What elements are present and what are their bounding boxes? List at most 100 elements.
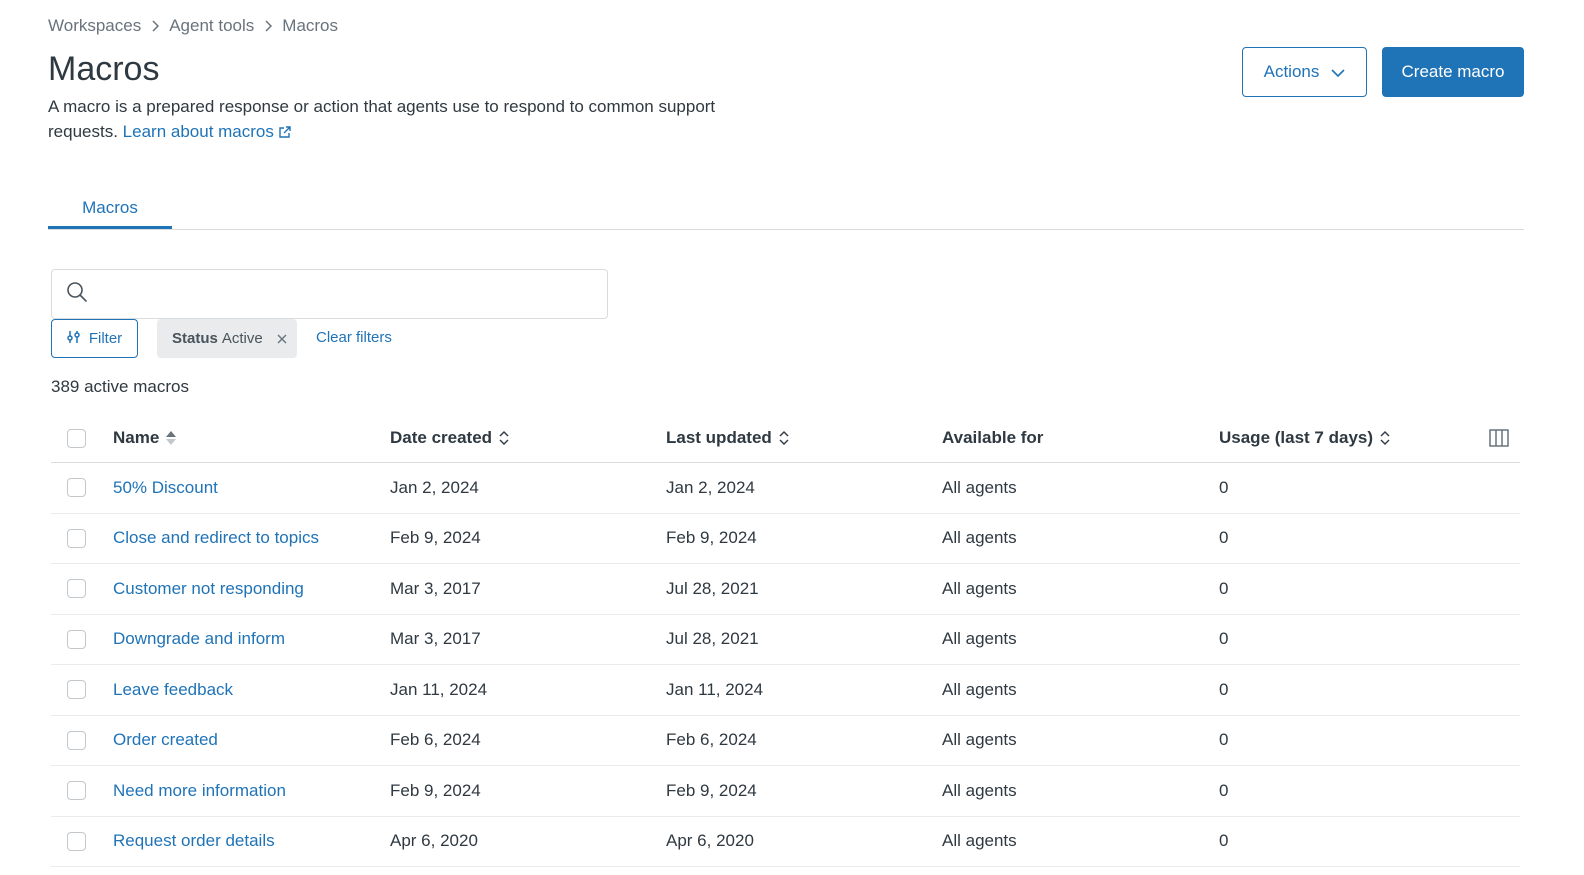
row-date-created: Feb 6, 2024	[390, 730, 481, 750]
row-checkbox-cell	[67, 766, 86, 816]
select-all-checkbox[interactable]	[67, 428, 86, 448]
header-available-label: Available for	[942, 428, 1044, 447]
actions-button[interactable]: Actions	[1242, 47, 1367, 97]
row-usage: 0	[1219, 629, 1229, 649]
breadcrumb: Workspaces Agent tools Macros	[48, 16, 338, 36]
row-date-created: Jan 11, 2024	[390, 679, 488, 699]
row-name-cell: Leave feedback	[113, 665, 233, 715]
row-date-created: Jan 2, 2024	[390, 477, 479, 497]
search-icon	[66, 281, 88, 308]
row-checkbox[interactable]	[67, 528, 86, 548]
row-name-cell: 50% Discount	[113, 463, 218, 513]
learn-link-label: Learn about macros	[122, 122, 274, 141]
learn-about-macros-link[interactable]: Learn about macros	[123, 122, 292, 141]
row-usage: 0	[1219, 679, 1229, 699]
row-checkbox-cell	[67, 615, 86, 665]
row-date-created: Feb 9, 2024	[390, 528, 481, 548]
row-usage: 0	[1219, 477, 1229, 497]
filter-button[interactable]: Filter	[51, 319, 138, 358]
table-body: 50% Discount Jan 2, 2024 Jan 2, 2024 All…	[51, 463, 1520, 867]
chip-value: Active	[221, 330, 263, 347]
macro-name-link[interactable]: Leave feedback	[113, 680, 233, 700]
row-checkbox[interactable]	[67, 680, 86, 700]
row-usage: 0	[1219, 528, 1229, 548]
header-last-updated[interactable]: Last updated	[666, 414, 790, 462]
row-last-updated: Jan 11, 2024	[666, 679, 764, 699]
row-name-cell: Close and redirect to topics	[113, 514, 319, 564]
header-date-created[interactable]: Date created	[390, 414, 510, 462]
page-description: A macro is a prepared response or action…	[48, 94, 768, 146]
macro-name-link[interactable]: Downgrade and inform	[113, 629, 285, 649]
row-date-created: Mar 3, 2017	[390, 629, 481, 649]
row-last-updated: Jul 28, 2021	[666, 629, 759, 649]
actions-label: Actions	[1263, 62, 1320, 81]
search-field	[51, 269, 608, 319]
row-name-cell: Request order details	[113, 817, 275, 867]
macros-table: Name Date created Last updated Available…	[51, 414, 1520, 867]
table-row: Close and redirect to topics Feb 9, 2024…	[51, 514, 1520, 564]
chevron-right-icon	[264, 20, 273, 32]
filter-icon	[67, 330, 81, 348]
row-checkbox[interactable]	[67, 579, 86, 599]
row-checkbox-cell	[67, 817, 86, 867]
columns-icon[interactable]	[1488, 414, 1510, 462]
row-name-cell: Order created	[113, 716, 218, 766]
sort-icon	[498, 430, 510, 446]
row-checkbox[interactable]	[67, 730, 86, 750]
header-updated-label: Last updated	[666, 428, 772, 447]
close-icon[interactable]	[277, 334, 287, 344]
search-input[interactable]	[98, 285, 607, 303]
row-last-updated: Apr 6, 2020	[666, 831, 754, 851]
row-last-updated: Feb 9, 2024	[666, 780, 757, 800]
breadcrumb-item-workspaces[interactable]: Workspaces	[48, 16, 141, 36]
table-row: 50% Discount Jan 2, 2024 Jan 2, 2024 All…	[51, 463, 1520, 514]
table-row: Downgrade and inform Mar 3, 2017 Jul 28,…	[51, 615, 1520, 665]
row-checkbox[interactable]	[67, 629, 86, 649]
sort-icon	[1379, 430, 1391, 446]
tab-macros[interactable]: Macros	[48, 188, 172, 229]
chip-key: Status	[172, 330, 218, 347]
table-row: Need more information Feb 9, 2024 Feb 9,…	[51, 766, 1520, 817]
row-available-for: All agents	[942, 679, 1017, 699]
row-checkbox[interactable]	[67, 831, 86, 851]
clear-filters-link[interactable]: Clear filters	[316, 329, 392, 346]
header-name[interactable]: Name	[113, 414, 177, 462]
row-name-cell: Customer not responding	[113, 564, 304, 614]
table-row: Customer not responding Mar 3, 2017 Jul …	[51, 564, 1520, 615]
row-checkbox-cell	[67, 716, 86, 766]
external-link-icon	[278, 121, 292, 146]
macro-name-link[interactable]: Close and redirect to topics	[113, 528, 319, 548]
breadcrumb-item-agent-tools[interactable]: Agent tools	[169, 16, 254, 36]
row-usage: 0	[1219, 578, 1229, 598]
row-date-created: Mar 3, 2017	[390, 578, 481, 598]
row-usage: 0	[1219, 831, 1229, 851]
row-available-for: All agents	[942, 780, 1017, 800]
header-created-label: Date created	[390, 428, 493, 447]
create-macro-label: Create macro	[1401, 62, 1505, 81]
table-header: Name Date created Last updated Available…	[51, 414, 1520, 463]
row-available-for: All agents	[942, 629, 1017, 649]
header-usage-label: Usage (last 7 days)	[1219, 428, 1374, 447]
row-available-for: All agents	[942, 578, 1017, 598]
tab-list: Macros	[48, 188, 1524, 230]
row-name-cell: Downgrade and inform	[113, 615, 285, 665]
macro-name-link[interactable]: Request order details	[113, 831, 275, 851]
macro-name-link[interactable]: Customer not responding	[113, 579, 304, 599]
row-checkbox[interactable]	[67, 781, 86, 801]
row-checkbox-cell	[67, 564, 86, 614]
macro-name-link[interactable]: 50% Discount	[113, 478, 218, 498]
status-filter-chip[interactable]: Status Active	[157, 319, 297, 358]
macro-name-link[interactable]: Need more information	[113, 781, 286, 801]
page-title: Macros	[48, 50, 160, 88]
header-usage[interactable]: Usage (last 7 days)	[1219, 414, 1391, 462]
macro-name-link[interactable]: Order created	[113, 730, 218, 750]
header-available-for: Available for	[942, 414, 1043, 462]
row-checkbox[interactable]	[67, 478, 86, 498]
row-last-updated: Feb 9, 2024	[666, 528, 757, 548]
row-date-created: Feb 9, 2024	[390, 780, 481, 800]
sort-icon	[778, 430, 790, 446]
row-last-updated: Feb 6, 2024	[666, 730, 757, 750]
create-macro-button[interactable]: Create macro	[1382, 47, 1524, 97]
row-date-created: Apr 6, 2020	[390, 831, 478, 851]
row-available-for: All agents	[942, 831, 1017, 851]
